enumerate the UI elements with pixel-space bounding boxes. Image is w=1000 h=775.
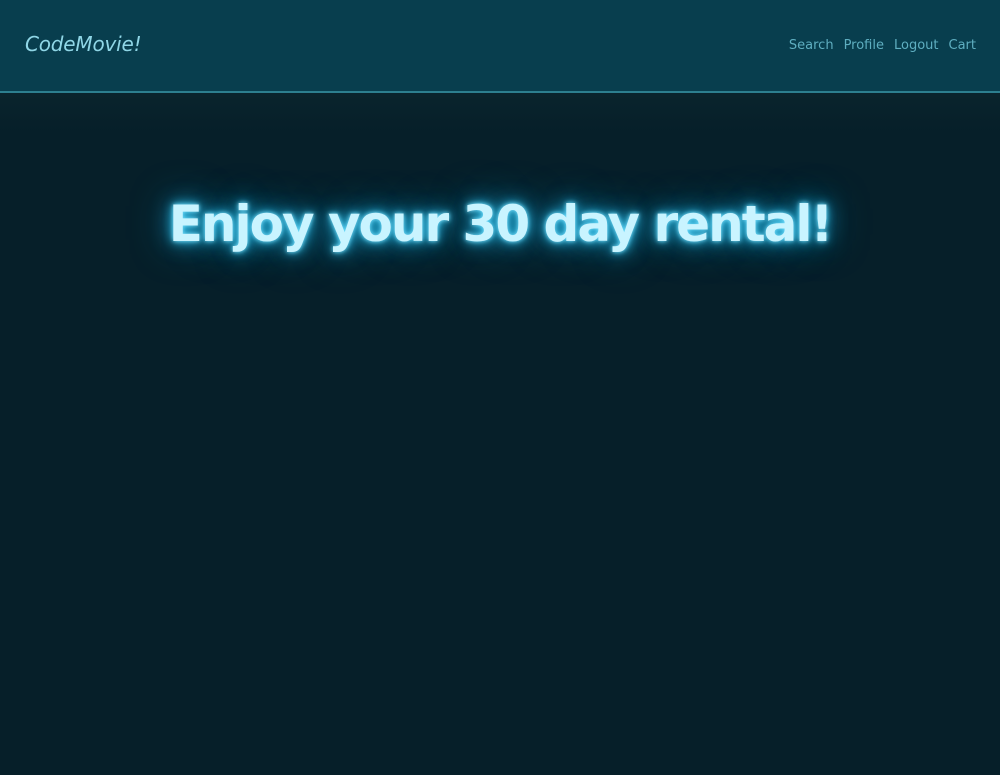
navbar: CodeMovie! Search Profile Logout Cart: [0, 0, 1000, 93]
main-content: Enjoy your 30 day rental!: [0, 93, 1000, 775]
nav-link-profile[interactable]: Profile: [844, 38, 884, 53]
nav-link-cart[interactable]: Cart: [949, 38, 977, 53]
nav-link-logout[interactable]: Logout: [894, 38, 939, 53]
nav-links: Search Profile Logout Cart: [789, 38, 976, 53]
nav-link-search[interactable]: Search: [789, 38, 834, 53]
page-title: Enjoy your 30 day rental!: [168, 195, 834, 253]
brand-logo-link[interactable]: CodeMovie!: [25, 32, 142, 56]
